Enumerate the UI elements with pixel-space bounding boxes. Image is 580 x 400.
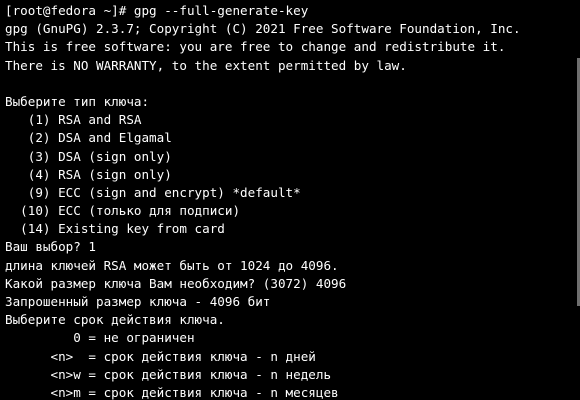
expiry-option: <n>m = срок действия ключа - n месяцев [5,384,339,400]
key-type-option: (2) DSA and Elgamal [5,130,172,146]
key-type-option: (10) ECC (только для подписи) [5,203,241,219]
key-type-option: (9) ECC (sign and encrypt) *default* [5,184,301,200]
output-line: gpg (GnuPG) 2.3.7; Copyright (C) 2021 Fr… [5,21,521,37]
terminal-output: [root@fedora ~]# gpg --full-generate-key… [5,2,580,400]
key-size-prompt: Какой размер ключа Вам необходим? (3072)… [5,275,347,291]
expiry-option: <n> = срок действия ключа - n дней [5,348,316,364]
expiry-option: 0 = не ограничен [5,330,195,346]
prompt-command-line: [root@fedora ~]# gpg --full-generate-key [5,3,309,18]
expiry-option: <n>w = срок действия ключа - n недель [5,366,332,382]
output-line: Запрошенный размер ключа - 4096 бит [5,294,271,309]
key-type-option: (1) RSA and RSA [5,112,142,128]
output-line: This is free software: you are free to c… [5,39,506,55]
key-type-option: (14) Existing key from card [5,221,225,237]
key-type-prompt: Выберите тип ключа: [5,93,150,109]
output-line: длина ключей RSA может быть от 1024 до 4… [5,257,339,273]
user-choice-line: Ваш выбор? 1 [5,239,96,255]
key-type-option: (4) RSA (sign only) [5,166,172,182]
terminal-window[interactable]: [root@fedora ~]# gpg --full-generate-key… [0,0,580,400]
output-line: There is NO WARRANTY, to the extent perm… [5,57,407,73]
expiry-prompt: Выберите срок действия ключа. [5,312,225,328]
key-type-option: (3) DSA (sign only) [5,148,172,164]
